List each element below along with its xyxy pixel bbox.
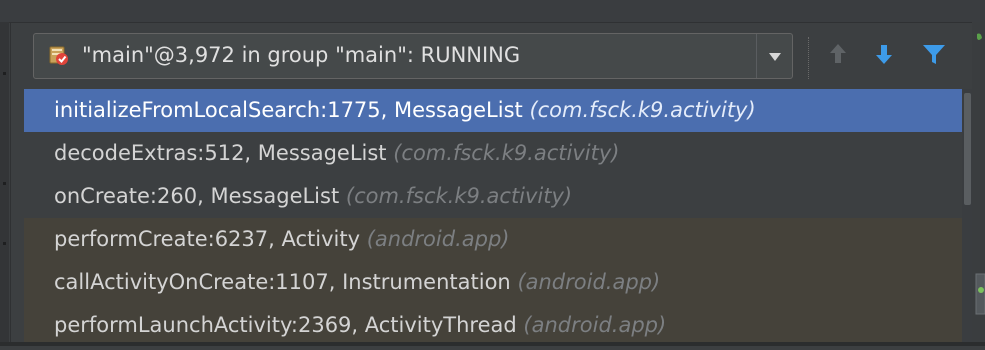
stack-frame-package: (com.fsck.k9.activity) — [393, 141, 620, 165]
stack-frame-package: (android.app) — [523, 313, 667, 337]
stack-frame-method: performCreate:6237, Activity — [54, 227, 361, 251]
stack-frames-list: initializeFromLocalSearch:1775, MessageL… — [24, 89, 962, 343]
stack-frame-package: (android.app) — [517, 270, 661, 294]
stack-frame-row[interactable]: onCreate:260, MessageList (com.fsck.k9.a… — [24, 175, 962, 218]
gutter-marker — [3, 72, 6, 75]
stack-frame-row[interactable]: callActivityOnCreate:1107, Instrumentati… — [24, 261, 962, 304]
stack-frame-method: initializeFromLocalSearch:1775, MessageL… — [54, 98, 523, 122]
down-arrow-icon[interactable] — [873, 41, 895, 67]
stack-frame-row[interactable]: performCreate:6237, Activity (android.ap… — [24, 218, 962, 261]
left-gutter — [0, 22, 9, 346]
filter-icon[interactable] — [922, 41, 945, 67]
chevron-down-icon — [769, 53, 781, 61]
top-strip — [0, 0, 985, 23]
stack-frame-row[interactable]: initializeFromLocalSearch:1775, MessageL… — [24, 89, 962, 132]
stack-frame-row[interactable]: decodeExtras:512, MessageList (com.fsck.… — [24, 132, 962, 175]
frames-panel: "main"@3,972 in group "main": RUNNING in… — [10, 22, 974, 344]
gutter-marker — [3, 182, 6, 185]
right-side-panel — [972, 22, 985, 346]
scrollbar-thumb[interactable] — [964, 93, 971, 205]
stack-frame-method: onCreate:260, MessageList — [54, 184, 340, 208]
frames-toolbar: "main"@3,972 in group "main": RUNNING — [11, 23, 973, 91]
stack-frame-package: (android.app) — [366, 227, 510, 251]
thread-dropdown-button[interactable] — [756, 34, 792, 78]
stack-frame-method: callActivityOnCreate:1107, Instrumentati… — [54, 270, 511, 294]
thread-running-icon — [49, 46, 69, 66]
gutter-marker — [3, 242, 6, 245]
toolbar-separator — [808, 37, 810, 79]
stack-frame-package: (com.fsck.k9.activity) — [345, 184, 573, 208]
side-panel-icons — [975, 33, 985, 315]
stack-frame-method: performLaunchActivity:2369, ActivityThre… — [54, 313, 517, 337]
up-arrow-icon[interactable] — [827, 41, 849, 67]
thread-selector[interactable]: "main"@3,972 in group "main": RUNNING — [33, 33, 793, 79]
bottom-edge — [0, 342, 985, 346]
stack-frame-method: decodeExtras:512, MessageList — [54, 141, 387, 165]
stack-frame-row[interactable]: performLaunchActivity:2369, ActivityThre… — [24, 304, 962, 343]
thread-selector-label: "main"@3,972 in group "main": RUNNING — [82, 43, 521, 67]
stack-frame-package: (com.fsck.k9.activity) — [529, 98, 756, 122]
